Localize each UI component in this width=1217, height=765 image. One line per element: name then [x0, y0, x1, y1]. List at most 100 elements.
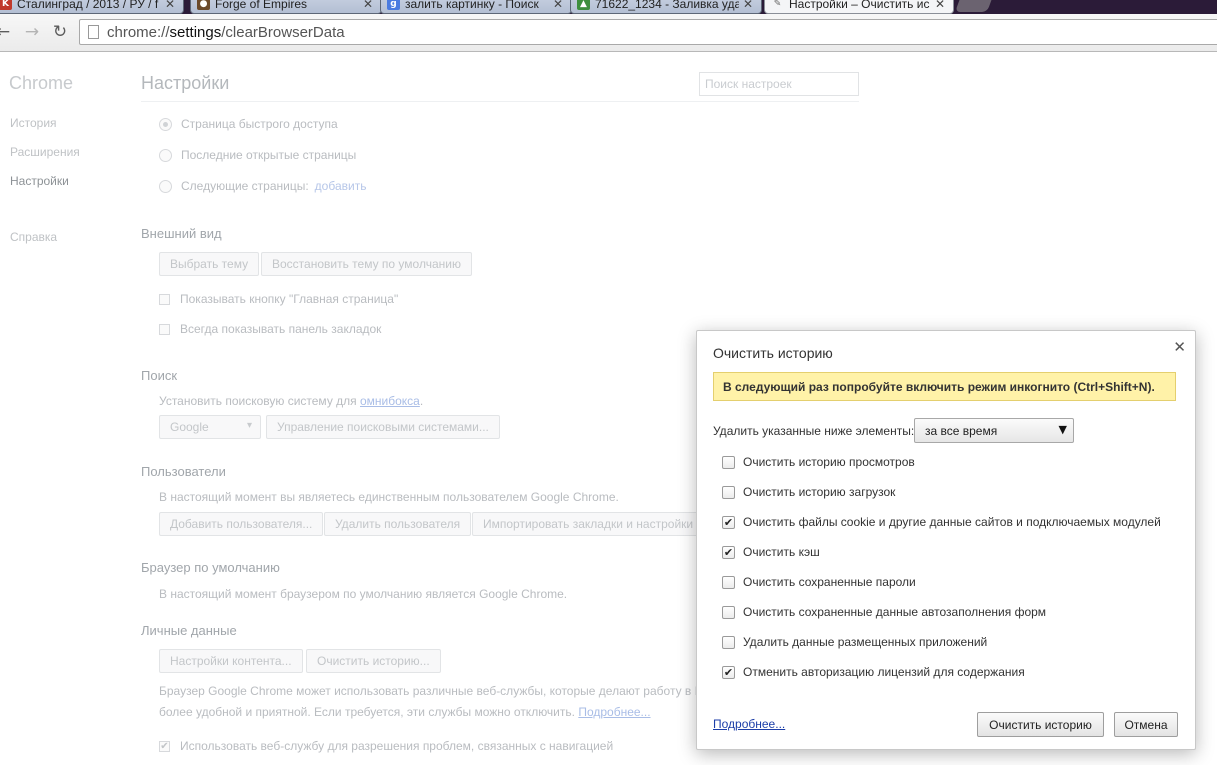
reload-icon[interactable]: ↻ [51, 23, 69, 41]
sidebar-item-extensions[interactable]: Расширения [10, 145, 80, 159]
page-title: Настройки [141, 73, 230, 93]
search-description: Установить поисковую систему для омнибок… [159, 394, 423, 408]
option-download-history[interactable]: Очистить историю загрузок [722, 485, 895, 499]
users-description: В настоящий момент вы являетесь единстве… [159, 490, 619, 504]
dropdown-arrow-icon: ▼ [1058, 423, 1067, 436]
checkbox-icon[interactable] [159, 293, 170, 305]
radio-icon[interactable] [159, 179, 172, 193]
import-bookmarks-button[interactable]: Импортировать закладки и настройки [472, 512, 705, 536]
tab-title: залить картинку - Поиск [405, 0, 539, 11]
close-icon[interactable]: ✕ [553, 0, 565, 11]
privacy-more-link[interactable]: Подробнее... [578, 705, 650, 719]
time-range-select[interactable]: за все время ▼ [914, 418, 1074, 443]
option-passwords[interactable]: Очистить сохраненные пароли [722, 575, 916, 589]
checkbox-icon[interactable] [722, 635, 735, 649]
cancel-button[interactable]: Отмена [1114, 712, 1178, 737]
option-hosted-app-data[interactable]: Удалить данные размещенных приложений [722, 635, 987, 649]
new-tab-button[interactable] [955, 0, 993, 12]
sidebar-item-settings[interactable]: Настройки [10, 174, 69, 188]
omnibox-link[interactable]: омнибокса [360, 394, 420, 408]
remove-user-button[interactable]: Удалить пользователя [324, 512, 472, 536]
startup-option-new-tab[interactable]: Страница быстрого доступа [159, 117, 338, 131]
sidebar-title: Chrome [9, 73, 74, 93]
radio-icon[interactable] [159, 117, 172, 131]
google-favicon-icon: g [387, 0, 400, 10]
startup-option-continue[interactable]: Последние открытые страницы [159, 148, 356, 162]
option-label: Следующие страницы: [181, 179, 309, 193]
checkbox-icon[interactable] [722, 575, 735, 589]
checkmark-icon[interactable]: ✔ [722, 665, 735, 679]
settings-search-input[interactable]: Поиск настроек [699, 72, 859, 96]
option-label: Отменить авторизацию лицензий для содерж… [743, 665, 1025, 679]
tab-title: 71622_1234 - Заливка уда [595, 0, 739, 11]
search-engine-value: Google [170, 420, 209, 434]
search-engine-select[interactable]: Google [159, 415, 261, 439]
reset-theme-button[interactable]: Восстановить тему по умолчанию [261, 252, 472, 276]
checkmark-icon[interactable]: ✔ [722, 545, 735, 559]
option-autofill[interactable]: Очистить сохраненные данные автозаполнен… [722, 605, 1046, 619]
radio-icon[interactable] [159, 148, 172, 162]
nav-error-checkbox-row[interactable]: ✔ Использовать веб-службу для разрешения… [159, 739, 613, 753]
tab-settings[interactable]: ✎ Настройки – Очистить ис ✕ [764, 0, 954, 14]
option-label: Очистить сохраненные данные автозаполнен… [743, 605, 1047, 619]
forward-arrow-icon[interactable]: → [23, 23, 41, 41]
close-icon[interactable]: ✕ [1173, 338, 1186, 356]
add-user-button[interactable]: Добавить пользователя... [159, 512, 324, 536]
option-cache[interactable]: ✔ Очистить кэш [722, 545, 820, 559]
default-browser-description: В настоящий момент браузером по умолчани… [159, 587, 568, 601]
checkbox-icon[interactable] [722, 485, 735, 499]
clear-history-button-bg[interactable]: Очистить историю... [306, 649, 441, 673]
learn-more-link[interactable]: Подробнее... [713, 717, 785, 731]
search-desc-text: Установить поисковую систему для [159, 394, 357, 408]
close-icon[interactable]: ✕ [935, 0, 947, 11]
checkmark-icon[interactable]: ✔ [722, 515, 735, 529]
option-label: Последние открытые страницы [181, 148, 357, 162]
checkbox-icon[interactable] [722, 605, 735, 619]
close-icon[interactable]: ✕ [743, 0, 755, 11]
wrench-favicon-icon: ✎ [773, 0, 782, 9]
tab-stalingrad[interactable]: K Сталинград / 2013 / РУ / f ✕ [0, 0, 184, 14]
privacy-description-line2: более удобной и приятной. Если требуется… [159, 705, 651, 719]
clear-history-button[interactable]: Очистить историю [977, 712, 1104, 737]
option-cookies[interactable]: ✔ Очистить файлы cookie и другие данные … [722, 515, 1161, 529]
section-title-users: Пользователи [141, 464, 226, 479]
add-pages-link[interactable]: добавить [315, 179, 367, 193]
checkbox-icon[interactable] [159, 323, 170, 335]
tab-forge-of-empires[interactable]: ● Forge of Empires ✕ [190, 0, 382, 14]
clear-history-dialog: Очистить историю ✕ В следующий раз попро… [696, 330, 1196, 750]
checkmark-icon[interactable]: ✔ [159, 740, 170, 752]
option-browsing-history[interactable]: Очистить историю просмотров [722, 455, 915, 469]
incognito-tip: В следующий раз попробуйте включить режи… [713, 372, 1176, 401]
range-label: Удалить указанные ниже элементы: [713, 424, 915, 438]
time-range-value: за все время [925, 423, 998, 438]
address-bar[interactable]: chrome://settings/clearBrowserData [79, 19, 1217, 45]
checkbox-label: Всегда показывать панель закладок [180, 322, 382, 336]
privacy-desc-text: более удобной и приятной. Если требуется… [159, 705, 575, 719]
startup-option-pages[interactable]: Следующие страницы: добавить [159, 179, 366, 193]
back-arrow-icon[interactable]: ← [0, 23, 12, 41]
choose-theme-button[interactable]: Выбрать тему [159, 252, 260, 276]
sidebar-item-history[interactable]: История [10, 116, 57, 130]
url-host: settings [169, 23, 222, 41]
tab-title: Forge of Empires [215, 0, 308, 11]
show-bookmarks-checkbox-row[interactable]: Всегда показывать панель закладок [159, 322, 381, 336]
kp-favicon-icon: K [0, 0, 12, 10]
sidebar-item-help[interactable]: Справка [10, 230, 57, 244]
option-label: Удалить данные размещенных приложений [743, 635, 988, 649]
content-settings-button[interactable]: Настройки контента... [159, 649, 303, 673]
title-divider [141, 101, 859, 102]
close-icon[interactable]: ✕ [363, 0, 375, 11]
privacy-description-line1: Браузер Google Chrome может использовать… [159, 684, 698, 698]
option-label: Очистить историю просмотров [743, 455, 915, 469]
checkbox-icon[interactable] [722, 455, 735, 469]
option-deauthorize-licenses[interactable]: ✔ Отменить авторизацию лицензий для соде… [722, 665, 1025, 679]
tab-image-host[interactable]: ▲ 71622_1234 - Заливка уда ✕ [570, 0, 762, 14]
checkbox-label: Использовать веб-службу для разрешения п… [180, 739, 614, 753]
show-home-checkbox-row[interactable]: Показывать кнопку "Главная страница" [159, 292, 398, 306]
tab-title: Настройки – Очистить ис [789, 0, 930, 11]
manage-search-engines-button[interactable]: Управление поисковыми системами... [266, 415, 500, 439]
option-label: Очистить файлы cookie и другие данные са… [743, 515, 1161, 529]
option-label: Очистить историю загрузок [743, 485, 896, 499]
close-icon[interactable]: ✕ [165, 0, 177, 11]
tab-search-images[interactable]: g залить картинку - Поиск ✕ [380, 0, 572, 14]
